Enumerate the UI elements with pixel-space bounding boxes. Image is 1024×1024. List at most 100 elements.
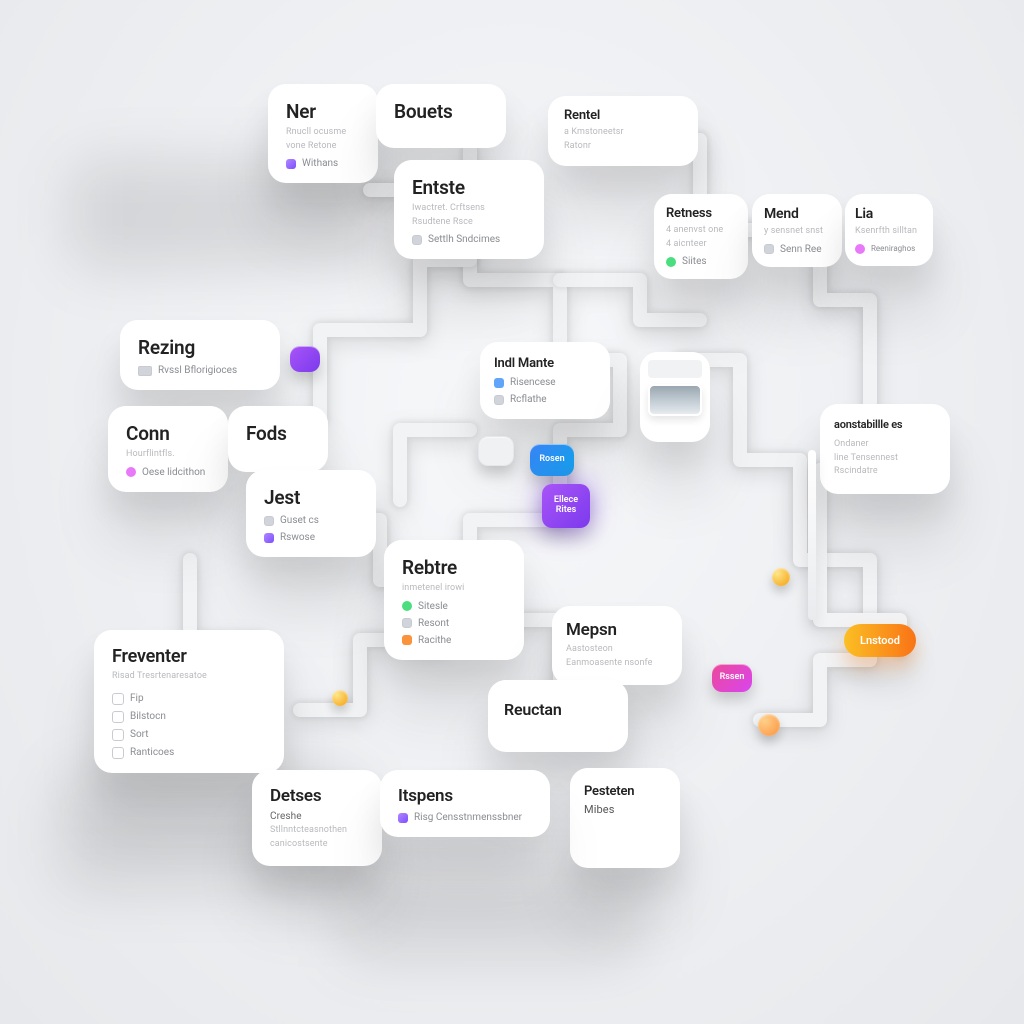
row-label: Reeniraghos xyxy=(871,244,915,253)
connector-pipes xyxy=(0,0,1024,1024)
dot-icon xyxy=(402,618,412,628)
checkbox-icon[interactable] xyxy=(112,711,124,723)
flow-canvas: Ner Rnucll ocusme vone Retone Withans Bo… xyxy=(0,0,1024,1024)
dot-icon xyxy=(402,601,412,611)
dot-icon xyxy=(138,366,152,376)
card-sub: Hourflintfls. xyxy=(126,449,210,461)
card-entste[interactable]: Entste Iwactret. Crftsens Rsudtene Rsce … xyxy=(394,160,544,259)
card-title: Rebtre xyxy=(402,556,506,579)
card-sub: Mibes xyxy=(584,803,666,817)
card-title: Rentel xyxy=(564,108,682,123)
thumb-placeholder xyxy=(648,360,702,378)
card-sub: Ratonr xyxy=(564,141,682,153)
card-pesteten[interactable]: Pesteten Mibes xyxy=(570,768,680,868)
card-rentel[interactable]: Rentel a Kmstoneetsr Ratonr xyxy=(548,96,698,166)
chip-magenta[interactable]: Rssen xyxy=(712,664,752,692)
card-ner[interactable]: Ner Rnucll ocusme vone Retone Withans xyxy=(268,84,378,183)
card-fods[interactable]: Fods xyxy=(228,406,328,472)
card-sub: Stllnntcteasnothen xyxy=(270,825,364,837)
card-title: Conn xyxy=(126,422,210,445)
check-label: Bilstocn xyxy=(130,711,166,722)
card-membl[interactable]: aonstabillle es Ondaner line Tensennest … xyxy=(820,404,950,494)
card-title: Mend xyxy=(764,206,830,222)
card-freventer[interactable]: Freventer Risad Tresrtenaresatoe Fip Bil… xyxy=(94,630,284,773)
row-label: Rvssl Bflorigioces xyxy=(158,365,237,376)
card-title: Detses xyxy=(270,786,364,806)
dot-icon xyxy=(286,159,296,169)
card-sub: Eanmoasente nsonfe xyxy=(566,658,668,670)
node-ball-yellow xyxy=(772,568,790,586)
row-label: Senn Ree xyxy=(780,244,822,255)
chip-gray[interactable] xyxy=(478,436,514,466)
card-title: Mepsn xyxy=(566,620,668,640)
card-reuctan[interactable]: Reuctan xyxy=(488,680,628,752)
card-sub: vone Retone xyxy=(286,141,360,153)
card-hetness[interactable]: Retness 4 anenvst one 4 aicnteer Siites xyxy=(654,194,748,279)
checkbox-icon[interactable] xyxy=(112,729,124,741)
card-mend[interactable]: Mend y sensnet snst Senn Ree xyxy=(752,194,842,267)
row-label: Sitesle xyxy=(418,601,448,612)
card-title: Entste xyxy=(412,176,526,199)
check-label: Sort xyxy=(130,729,149,740)
card-title: Retness xyxy=(666,206,736,221)
card-sub: Aastosteon xyxy=(566,644,668,656)
card-sub: 4 aicnteer xyxy=(666,239,736,251)
card-rezing[interactable]: Rezing Rvssl Bflorigioces xyxy=(120,320,280,390)
row-label: Racithe xyxy=(418,635,451,646)
row-label: Guset cs xyxy=(280,515,319,526)
card-lia[interactable]: Lia Ksenrfth silltan Reeniraghos xyxy=(845,194,933,266)
row-label: Risencese xyxy=(510,377,556,388)
card-sub: canicostsente xyxy=(270,839,364,851)
card-mepsn[interactable]: Mepsn Aastosteon Eanmoasente nsonfe xyxy=(552,606,682,685)
card-itspens[interactable]: Itspens Risg Censstnmenssbner xyxy=(380,770,550,837)
card-thumbnail[interactable] xyxy=(640,352,710,442)
card-title: Indl Mante xyxy=(494,356,596,371)
card-title: Rezing xyxy=(138,336,262,359)
slider-track[interactable] xyxy=(808,450,816,620)
dot-icon xyxy=(412,235,422,245)
card-rebtre[interactable]: Rebtre inmetenel irowi Sitesle Resont Ra… xyxy=(384,540,524,660)
card-title: aonstabillle es xyxy=(834,418,936,431)
card-title: Reuctan xyxy=(504,700,612,719)
dot-icon xyxy=(398,813,408,823)
row-label: Oese lidcithon xyxy=(142,467,205,478)
dot-icon xyxy=(494,395,504,405)
card-detses[interactable]: Detses Creshe Stllnntcteasnothen canicos… xyxy=(252,770,382,866)
checkbox-row[interactable]: Ranticoes xyxy=(112,747,266,759)
row-label: Rswose xyxy=(280,532,315,543)
row-label: Rcflathe xyxy=(510,394,547,405)
chip-purple-small[interactable] xyxy=(290,346,320,372)
checkbox-row[interactable]: Sort xyxy=(112,729,266,741)
checkbox-icon[interactable] xyxy=(112,747,124,759)
card-sub: Iwactret. Crftsens xyxy=(412,203,526,215)
chip-blue[interactable]: Rosen xyxy=(530,444,574,476)
check-label: Ranticoes xyxy=(130,747,174,758)
card-sub: Rnucll ocusme xyxy=(286,127,360,139)
dot-icon xyxy=(855,244,865,254)
dot-icon xyxy=(666,257,676,267)
card-sub: y sensnet snst xyxy=(764,226,830,238)
checkbox-icon[interactable] xyxy=(112,693,124,705)
row-label: Siites xyxy=(682,256,707,267)
row-label: Settlh Sndcimes xyxy=(428,234,500,245)
pill-lnstood[interactable]: Lnstood xyxy=(844,624,916,657)
card-sub: Ondaner xyxy=(834,439,936,451)
card-title: Itspens xyxy=(398,786,532,806)
row-label: Resont xyxy=(418,618,449,629)
card-title: Bouets xyxy=(394,100,488,123)
checkbox-row[interactable]: Fip xyxy=(112,693,266,705)
checkbox-row[interactable]: Bilstocn xyxy=(112,711,266,723)
card-sub: line Tensennest xyxy=(834,453,936,465)
card-indl-mante[interactable]: Indl Mante Risencese Rcflathe xyxy=(480,342,610,419)
card-title: Lia xyxy=(855,206,923,222)
card-title: Ner xyxy=(286,100,360,123)
card-jest[interactable]: Jest Guset cs Rswose xyxy=(246,470,376,557)
dot-icon xyxy=(264,516,274,526)
chip-purple-main[interactable]: Ellece Rites xyxy=(542,484,590,528)
row-label: Withans xyxy=(302,158,338,169)
card-title: Freventer xyxy=(112,646,266,667)
card-conn[interactable]: Conn Hourflintfls. Oese lidcithon xyxy=(108,406,228,492)
card-bouets[interactable]: Bouets xyxy=(376,84,506,148)
node-ball-orange xyxy=(758,714,780,736)
image-thumb xyxy=(648,384,702,416)
